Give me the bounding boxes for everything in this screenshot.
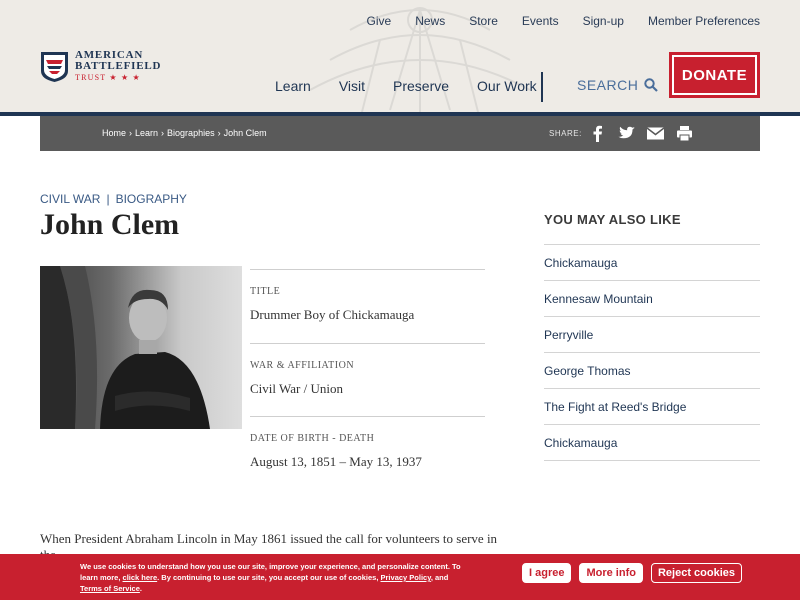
category-civil-war[interactable]: CIVIL WAR [40,192,100,206]
nav-visit[interactable]: Visit [339,78,365,94]
site-logo[interactable]: AMERICAN BATTLEFIELD TRUST ★ ★ ★ [40,50,161,83]
cookie-text: We use cookies to understand how you use… [80,561,470,594]
print-icon[interactable] [675,124,694,143]
breadcrumb: Home › Learn › Biographies › John Clem [102,128,267,138]
email-icon[interactable] [646,124,665,143]
share-icons [588,124,694,143]
share-label: SHARE: [549,129,582,138]
site-header: Give News Store Events Sign-up Member Pr… [0,0,800,112]
utility-link-give[interactable]: Give [367,14,392,28]
search-icon [644,78,659,92]
terms-of-service-link[interactable]: Terms of Service [80,584,140,593]
twitter-icon[interactable] [617,124,636,143]
utility-link-store[interactable]: Store [469,14,498,28]
fact-value: Drummer Boy of Chickamauga [250,307,415,322]
related-sidebar: YOU MAY ALSO LIKE Chickamauga Kennesaw M… [544,212,760,461]
fact-label: TITLE [250,286,281,297]
breadcrumb-biographies[interactable]: Biographies [167,128,215,138]
nav-our-work[interactable]: Our Work [477,78,537,94]
related-link-perryville[interactable]: Perryville [544,317,760,353]
logo-shield-icon [41,51,68,82]
breadcrumb-separator: › [161,128,165,138]
category-tags: CIVIL WAR | BIOGRAPHY [40,192,187,206]
portrait-image [40,266,242,429]
cookie-more-info-button[interactable]: More info [579,563,643,583]
utility-link-member-preferences[interactable]: Member Preferences [648,14,760,28]
main-nav: Learn Visit Preserve Our Work [275,78,565,94]
cookie-reject-button[interactable]: Reject cookies [650,563,743,583]
breadcrumb-home[interactable]: Home [102,128,126,138]
fact-value: August 13, 1851 – May 13, 1937 [250,454,422,469]
cookie-text-part: . By continuing to use our site, you acc… [157,573,381,582]
breadcrumb-separator: › [129,128,133,138]
utility-nav: Give News Store Events Sign-up Member Pr… [367,14,761,28]
breadcrumb-separator: › [217,128,221,138]
sidebar-heading: YOU MAY ALSO LIKE [544,212,760,245]
related-link-kennesaw-mountain[interactable]: Kennesaw Mountain [544,281,760,317]
page-title: John Clem [40,208,180,241]
privacy-policy-link[interactable]: Privacy Policy [381,573,431,582]
category-biography[interactable]: BIOGRAPHY [116,192,187,206]
cookie-agree-button[interactable]: I agree [522,563,572,583]
nav-divider [541,72,543,102]
logo-line2: BATTLEFIELD [75,60,162,72]
cookie-text-part: , and [430,573,449,582]
logo-line3: TRUST ★ ★ ★ [75,73,141,82]
related-list: Chickamauga Kennesaw Mountain Perryville… [544,245,760,461]
related-link-george-thomas[interactable]: George Thomas [544,353,760,389]
utility-link-events[interactable]: Events [522,14,559,28]
utility-link-news[interactable]: News [415,14,445,28]
cookie-buttons: I agree More info Reject cookies [522,563,743,583]
fact-label: DATE OF BIRTH - DEATH [250,433,375,444]
nav-preserve[interactable]: Preserve [393,78,449,94]
cookie-text-part: . [139,584,142,593]
facebook-icon[interactable] [588,124,607,143]
cookie-click-here-link[interactable]: click here [123,573,158,582]
fact-war-affiliation: WAR & AFFILIATION Civil War / Union [250,342,485,417]
breadcrumb-bar: Home › Learn › Biographies › John Clem S… [40,116,760,151]
nav-learn[interactable]: Learn [275,78,311,94]
fact-birth-death: DATE OF BIRTH - DEATH August 13, 1851 – … [250,416,485,490]
logo-wordmark: AMERICAN BATTLEFIELD TRUST ★ ★ ★ [75,50,161,83]
bio-facts: TITLE Drummer Boy of Chickamauga WAR & A… [250,269,485,490]
utility-link-signup[interactable]: Sign-up [583,14,624,28]
related-link-reeds-bridge[interactable]: The Fight at Reed's Bridge [544,389,760,425]
portrait-photo [40,266,242,429]
cookie-banner: We use cookies to understand how you use… [0,554,800,600]
search-button[interactable]: SEARCH [577,77,659,93]
fact-title: TITLE Drummer Boy of Chickamauga [250,269,485,343]
related-link-chickamauga[interactable]: Chickamauga [544,245,760,281]
fact-label: WAR & AFFILIATION [250,359,355,371]
donate-button[interactable]: DONATE [669,52,760,98]
search-label: SEARCH [577,77,639,93]
related-link-chickamauga-2[interactable]: Chickamauga [544,425,760,461]
breadcrumb-learn[interactable]: Learn [135,128,158,138]
breadcrumb-current: John Clem [223,128,267,138]
category-separator: | [106,192,110,206]
fact-value: Civil War / Union [250,380,343,396]
